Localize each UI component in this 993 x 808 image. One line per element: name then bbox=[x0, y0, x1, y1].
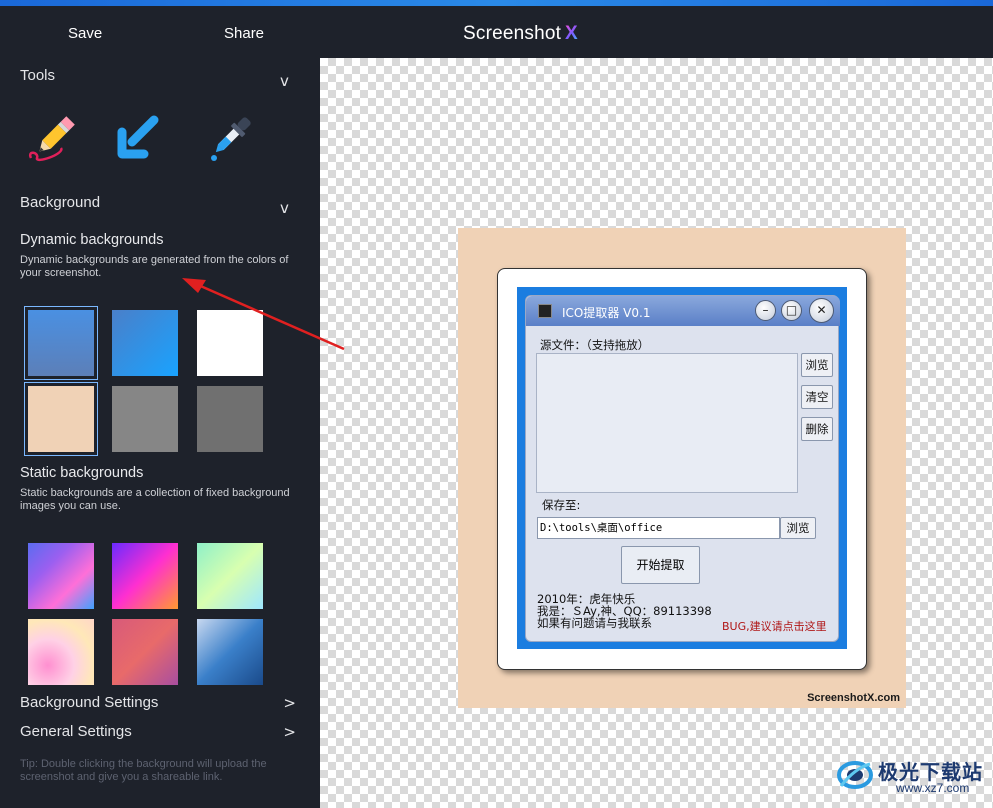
source-file-label: 源文件：（支持拖放） bbox=[540, 338, 650, 352]
brand-logo-text: Screenshot bbox=[463, 23, 562, 44]
dynamic-background-swatch[interactable] bbox=[24, 382, 98, 456]
info-line-3: 如果有问题请与我联系 bbox=[537, 616, 652, 630]
eyedropper-icon bbox=[211, 117, 251, 161]
chevron-right-icon: > bbox=[283, 723, 296, 741]
chevron-right-icon: > bbox=[283, 694, 296, 712]
dynamic-backgrounds-title: Dynamic backgrounds bbox=[20, 232, 164, 248]
background-settings-row[interactable]: Background Settings > bbox=[20, 694, 300, 712]
general-settings-label: General Settings bbox=[20, 723, 132, 740]
ico-extractor-window: ICO提取器 V0.1 – □ ✕ 源文件：（支持拖放） 浏览 清空 删除 保存… bbox=[525, 295, 840, 642]
static-background-swatch[interactable] bbox=[197, 619, 263, 685]
tip-text: Tip: Double clicking the background will… bbox=[20, 758, 267, 783]
arrow-tool-button[interactable] bbox=[110, 110, 168, 168]
site-logo-icon bbox=[837, 761, 873, 789]
pencil-icon bbox=[28, 116, 75, 162]
site-watermark: 极光下载站 www.xz7.com bbox=[836, 754, 991, 798]
static-background-swatch[interactable] bbox=[112, 619, 178, 685]
bug-report-link[interactable]: BUG,建议请点击这里 bbox=[722, 618, 827, 634]
save-button[interactable]: Save bbox=[68, 25, 102, 42]
minimize-icon[interactable]: – bbox=[755, 300, 776, 321]
browse-path-button[interactable]: 浏览 bbox=[780, 517, 816, 539]
dynamic-background-swatch[interactable] bbox=[112, 310, 178, 376]
top-bar: Save Share Screenshot X bbox=[0, 6, 993, 58]
share-button[interactable]: Share bbox=[224, 25, 264, 42]
static-background-swatch[interactable] bbox=[28, 543, 94, 609]
close-icon[interactable]: ✕ bbox=[809, 298, 834, 323]
sidebar: Tools v Background v Dynamic backgrounds… bbox=[0, 58, 320, 808]
dynamic-background-swatch[interactable] bbox=[197, 386, 263, 452]
dynamic-background-swatch[interactable] bbox=[197, 310, 263, 376]
site-watermark-url: www.xz7.com bbox=[896, 781, 970, 795]
delete-button[interactable]: 删除 bbox=[801, 417, 833, 441]
static-background-swatch[interactable] bbox=[112, 543, 178, 609]
screenshotx-watermark: ScreenshotX.com bbox=[807, 692, 900, 704]
background-settings-label: Background Settings bbox=[20, 694, 159, 711]
static-backgrounds-title: Static backgrounds bbox=[20, 465, 144, 481]
eyedropper-tool-button[interactable] bbox=[200, 110, 258, 168]
app-titlebar: ICO提取器 V0.1 – □ ✕ bbox=[526, 296, 840, 326]
app-icon bbox=[538, 304, 552, 318]
tools-section-title: Tools bbox=[20, 67, 56, 84]
dynamic-background-swatch[interactable] bbox=[112, 386, 178, 452]
static-background-swatch[interactable] bbox=[197, 543, 263, 609]
source-file-list[interactable] bbox=[536, 353, 798, 493]
brand-logo-x: X bbox=[565, 23, 578, 44]
save-path-input[interactable]: D:\tools\桌面\office bbox=[537, 517, 780, 539]
save-to-label: 保存至: bbox=[542, 498, 581, 512]
static-background-swatch[interactable] bbox=[28, 619, 94, 685]
browse-button[interactable]: 浏览 bbox=[801, 353, 833, 377]
arrow-icon bbox=[117, 115, 159, 159]
tools-collapse-chevron-icon[interactable]: v bbox=[280, 72, 289, 90]
start-extract-button[interactable]: 开始提取 bbox=[621, 546, 700, 584]
app-title: ICO提取器 V0.1 bbox=[562, 306, 651, 320]
dynamic-backgrounds-description: Dynamic backgrounds are generated from t… bbox=[20, 254, 289, 279]
background-section-title: Background bbox=[20, 194, 101, 211]
clear-button[interactable]: 清空 bbox=[801, 385, 833, 409]
dynamic-background-swatch[interactable] bbox=[24, 306, 98, 380]
static-backgrounds-description: Static backgrounds are a collection of f… bbox=[20, 487, 290, 512]
maximize-icon[interactable]: □ bbox=[781, 300, 802, 321]
general-settings-row[interactable]: General Settings > bbox=[20, 723, 300, 741]
pencil-tool-button[interactable] bbox=[25, 110, 83, 168]
background-collapse-chevron-icon[interactable]: v bbox=[280, 199, 289, 217]
